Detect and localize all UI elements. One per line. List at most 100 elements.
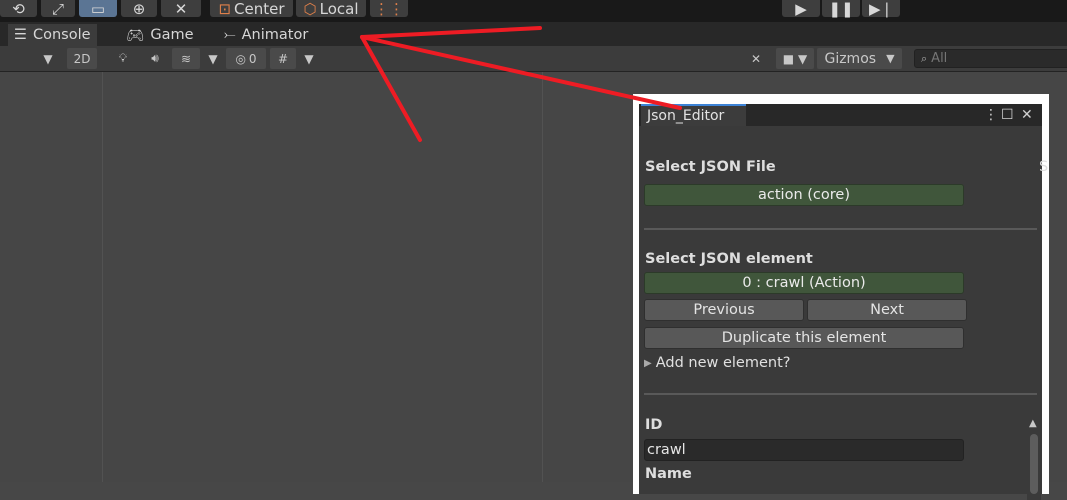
scene-search[interactable]: ⌕: [914, 49, 1067, 68]
chevron-down-icon: ▼: [798, 51, 808, 66]
local-space-icon: ⬡: [303, 0, 317, 18]
id-field[interactable]: crawl: [644, 439, 964, 461]
transform-icon: ⊕: [132, 0, 146, 18]
snap-grid-icon: ⋮⋮: [374, 0, 404, 18]
effects-toggle[interactable]: ≋: [172, 48, 200, 69]
scale-tool-button[interactable]: ⤢: [41, 0, 75, 17]
tab-game[interactable]: 🎮︎ Game: [120, 24, 200, 46]
search-input[interactable]: [931, 51, 1042, 66]
grid-line: [542, 72, 543, 482]
tab-console[interactable]: ☰ Console: [8, 24, 97, 46]
play-button[interactable]: ▶: [782, 0, 820, 17]
transform-tool-button[interactable]: ⊕: [121, 0, 157, 17]
json-editor-title: Json_Editor: [647, 108, 725, 124]
chevron-down-icon: ▼: [886, 52, 895, 65]
id-value: crawl: [647, 442, 686, 458]
search-icon: ⌕: [921, 51, 928, 65]
pivot-center-toggle[interactable]: ⊡ Center: [210, 0, 293, 17]
pivot-space-label: Local: [319, 0, 359, 18]
duplicate-label: Duplicate this element: [721, 330, 887, 346]
scene-visibility-toggle[interactable]: ◎ 0: [226, 48, 266, 69]
gamepad-icon: 🎮︎: [126, 27, 145, 44]
main-toolbar: ⟲ ⤢ ▭ ⊕ ✕ ⊡ Center ⬡ Local ⋮⋮ ▶ ❚❚ ▶❘: [0, 0, 1067, 22]
json-editor-window: Json_Editor ⋮ ☐ ✕ Select JSON File S act…: [633, 94, 1049, 500]
tools-icon: ✕: [750, 51, 762, 66]
next-button[interactable]: Next: [807, 299, 967, 321]
id-label: ID: [645, 417, 663, 433]
chevron-down-icon: ▼: [208, 51, 218, 66]
selected-element-value: 0 : crawl (Action): [742, 275, 866, 291]
grid-dropdown[interactable]: ▼: [300, 48, 318, 69]
more-options-icon[interactable]: ⋮: [984, 107, 998, 123]
scene-toolbar: ▼ 2D 💡︎ 🔊︎ ≋ ▼ ◎ 0 # ▼ ✕ ■ ▼ Gizmos ▼ ⌕: [0, 46, 1067, 72]
scale-icon: ⤢: [51, 0, 64, 18]
selected-file-value: action (core): [758, 187, 850, 203]
section-divider: [644, 228, 1037, 230]
pause-icon: ❚❚: [828, 0, 854, 18]
gizmos-dropdown[interactable]: Gizmos ▼: [817, 48, 902, 69]
tools-overlay-button[interactable]: ✕: [744, 48, 768, 69]
list-icon: ☰: [14, 27, 27, 43]
foldout-triangle-icon: ▶: [644, 357, 652, 369]
play-icon: ▶: [795, 0, 807, 18]
mode-2d-label: 2D: [73, 51, 91, 66]
maximize-icon[interactable]: ☐: [1001, 107, 1014, 123]
camera-icon: ■: [782, 51, 795, 66]
hidden-count: 0: [248, 51, 257, 66]
tab-animator-label: Animator: [241, 27, 309, 43]
clipped-label: S: [1039, 159, 1049, 175]
pivot-space-toggle[interactable]: ⬡ Local: [296, 0, 366, 17]
json-element-dropdown[interactable]: 0 : crawl (Action): [644, 272, 964, 294]
scroll-thumb[interactable]: [1030, 434, 1038, 494]
select-file-label: Select JSON File: [645, 159, 776, 175]
step-icon: ▶❘: [868, 0, 894, 18]
speaker-icon: 🔊︎: [151, 51, 159, 65]
tools-icon: ✕: [174, 0, 188, 18]
close-icon[interactable]: ✕: [1021, 107, 1033, 123]
editor-tab-bar: ☰ Console 🎮︎ Game ⤚ Animator: [0, 22, 1067, 46]
mode-2d-toggle[interactable]: 2D: [67, 48, 97, 69]
chevron-down-icon: ▼: [43, 51, 53, 66]
audio-toggle[interactable]: 🔊︎: [143, 48, 167, 69]
effects-dropdown[interactable]: ▼: [204, 48, 222, 69]
rect-tool-icon: ▭: [90, 0, 106, 18]
json-editor-tab-bar: Json_Editor ⋮ ☐ ✕: [639, 104, 1042, 126]
previous-button[interactable]: Previous: [644, 299, 804, 321]
next-label: Next: [870, 302, 904, 318]
pivot-center-label: Center: [234, 0, 285, 18]
layers-icon: ≋: [180, 51, 192, 66]
lightbulb-icon: 💡︎: [118, 51, 128, 65]
tab-game-label: Game: [150, 27, 194, 43]
pause-button[interactable]: ❚❚: [822, 0, 860, 17]
name-label: Name: [645, 466, 692, 482]
draw-mode-dropdown[interactable]: ▼: [38, 48, 58, 69]
tab-json-editor[interactable]: Json_Editor: [641, 104, 746, 126]
grid-line: [102, 72, 103, 482]
select-element-label: Select JSON element: [645, 251, 813, 267]
rotate-tool-button[interactable]: ⟲: [0, 0, 37, 17]
add-new-label: Add new element?: [655, 355, 791, 371]
section-divider: [644, 393, 1037, 395]
duplicate-element-button[interactable]: Duplicate this element: [644, 327, 964, 349]
lighting-toggle[interactable]: 💡︎: [112, 48, 134, 69]
add-new-element-foldout[interactable]: ▶ Add new element?: [644, 355, 790, 371]
pivot-icon: ⊡: [218, 0, 232, 18]
gizmos-label: Gizmos: [824, 50, 877, 67]
step-button[interactable]: ▶❘: [862, 0, 900, 17]
rotate-icon: ⟲: [12, 0, 25, 18]
custom-tool-button[interactable]: ✕: [161, 0, 201, 17]
animator-icon: ⤚: [224, 27, 236, 43]
chevron-down-icon: ▼: [304, 51, 314, 66]
rect-tool-button[interactable]: ▭: [79, 0, 117, 17]
grid-icon: #: [277, 51, 289, 66]
json-editor-panel: Json_Editor ⋮ ☐ ✕ Select JSON File S act…: [639, 104, 1048, 500]
json-file-dropdown[interactable]: action (core): [644, 184, 964, 206]
grid-toggle[interactable]: #: [270, 48, 296, 69]
scroll-up-icon[interactable]: ▲: [1029, 418, 1037, 429]
tab-animator[interactable]: ⤚ Animator: [218, 24, 314, 46]
camera-settings-button[interactable]: ■ ▼: [776, 48, 814, 69]
vertical-scrollbar[interactable]: ▲: [1027, 418, 1041, 500]
previous-label: Previous: [693, 302, 755, 318]
snap-toggle[interactable]: ⋮⋮: [370, 0, 408, 17]
eye-hidden-icon: ◎: [235, 51, 246, 66]
